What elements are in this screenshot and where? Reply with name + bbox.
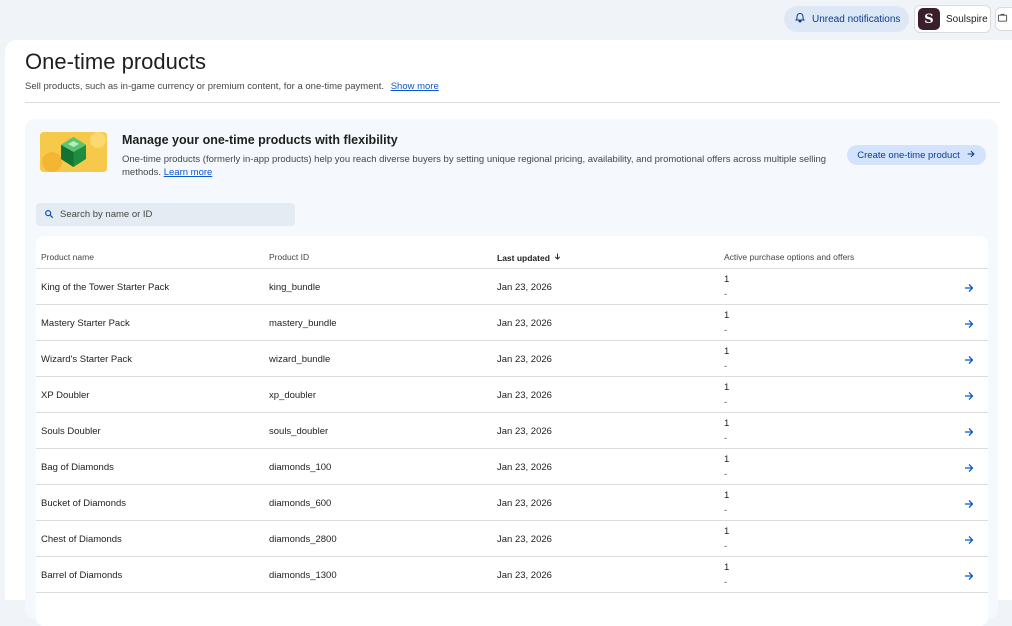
diamond-icon [40, 132, 107, 172]
create-button-label: Create one-time product [857, 149, 960, 161]
active-purchase-options: 1 [724, 310, 730, 321]
last-updated: Jan 23, 2026 [497, 570, 552, 581]
product-id: diamonds_2800 [269, 534, 337, 545]
product-name: XP Doubler [41, 390, 90, 401]
active-offers: - [724, 577, 727, 587]
product-id: souls_doubler [269, 426, 329, 437]
arrow-right-icon[interactable] [962, 497, 976, 511]
header-product-id[interactable]: Product ID [269, 252, 309, 262]
header-product-name[interactable]: Product name [41, 252, 94, 262]
product-name: King of the Tower Starter Pack [41, 282, 170, 293]
active-offers: - [724, 469, 727, 479]
products-table: Product name Product ID Last updated Act… [36, 236, 988, 626]
table-row[interactable]: King of the Tower Starter Pack king_bund… [36, 269, 988, 305]
last-updated: Jan 23, 2026 [497, 390, 552, 401]
last-updated: Jan 23, 2026 [497, 426, 552, 437]
last-updated: Jan 23, 2026 [497, 282, 552, 293]
active-purchase-options: 1 [724, 562, 730, 573]
table-row[interactable]: Souls Doubler souls_doubler Jan 23, 2026… [36, 413, 988, 449]
top-bar: Unread notifications S Soulspire [0, 0, 1012, 38]
banner-heading: Manage your one-time products with flexi… [122, 133, 398, 147]
active-purchase-options: 1 [724, 346, 730, 357]
active-offers: - [724, 397, 727, 407]
banner-body: One-time products (formerly in-app produ… [122, 153, 832, 179]
arrow-right-icon [966, 149, 976, 162]
header-last-updated-label: Last updated [497, 252, 550, 263]
last-updated: Jan 23, 2026 [497, 498, 552, 509]
app-name: Soulspire [946, 13, 988, 25]
product-id: wizard_bundle [269, 354, 331, 365]
product-name: Bag of Diamonds [41, 462, 114, 473]
last-updated: Jan 23, 2026 [497, 318, 552, 329]
product-id: diamonds_600 [269, 498, 332, 509]
table-row[interactable]: Bag of Diamonds diamonds_100 Jan 23, 202… [36, 449, 988, 485]
active-purchase-options: 1 [724, 490, 730, 501]
table-header: Product name Product ID Last updated Act… [36, 236, 988, 269]
last-updated: Jan 23, 2026 [497, 534, 552, 545]
product-id: diamonds_100 [269, 462, 332, 473]
product-id: king_bundle [269, 282, 321, 293]
active-offers: - [724, 433, 727, 443]
page-title: One-time products [25, 49, 206, 74]
banner-body-text: One-time products (formerly in-app produ… [122, 154, 827, 178]
show-more-link[interactable]: Show more [391, 81, 439, 92]
search-icon [44, 206, 54, 224]
product-name: Souls Doubler [41, 426, 101, 437]
active-offers: - [724, 325, 727, 335]
active-offers: - [724, 361, 727, 371]
page-subtitle: Sell products, such as in-game currency … [25, 81, 439, 92]
product-name: Wizard's Starter Pack [41, 354, 133, 365]
product-name: Mastery Starter Pack [41, 318, 130, 329]
header-last-updated[interactable]: Last updated [497, 252, 562, 263]
product-name: Chest of Diamonds [41, 534, 122, 545]
active-purchase-options: 1 [724, 274, 730, 285]
header-active-options: Active purchase options and offers [724, 252, 855, 262]
active-offers: - [724, 541, 727, 551]
developer-account-button[interactable] [995, 7, 1012, 31]
arrow-right-icon[interactable] [962, 533, 976, 547]
arrow-right-icon[interactable] [962, 353, 976, 367]
last-updated: Jan 23, 2026 [497, 354, 552, 365]
divider [25, 102, 1000, 103]
arrow-right-icon[interactable] [962, 281, 976, 295]
app-selector[interactable]: S Soulspire [914, 5, 991, 33]
active-purchase-options: 1 [724, 526, 730, 537]
arrow-down-icon [553, 252, 562, 263]
product-id: diamonds_1300 [269, 570, 337, 581]
arrow-right-icon[interactable] [962, 569, 976, 583]
last-updated: Jan 23, 2026 [497, 462, 552, 473]
active-purchase-options: 1 [724, 382, 730, 393]
table-row[interactable]: Mastery Starter Pack mastery_bundle Jan … [36, 305, 988, 341]
table-row[interactable]: Wizard's Starter Pack wizard_bundle Jan … [36, 341, 988, 377]
unread-notifications-button[interactable]: Unread notifications [784, 6, 909, 32]
briefcase-icon [997, 10, 1008, 28]
app-avatar: S [918, 8, 940, 30]
active-purchase-options: 1 [724, 418, 730, 429]
active-offers: - [724, 505, 727, 515]
product-name: Barrel of Diamonds [41, 570, 123, 581]
table-row[interactable]: Chest of Diamonds diamonds_2800 Jan 23, … [36, 521, 988, 557]
page-subtitle-text: Sell products, such as in-game currency … [25, 81, 385, 92]
learn-more-link[interactable]: Learn more [164, 167, 213, 178]
create-one-time-product-button[interactable]: Create one-time product [847, 145, 986, 165]
product-name: Bucket of Diamonds [41, 498, 127, 509]
main-content: One-time products Sell products, such as… [5, 40, 1012, 626]
table-row[interactable]: Bucket of Diamonds diamonds_600 Jan 23, … [36, 485, 988, 521]
search-input[interactable] [60, 209, 280, 220]
active-purchase-options: 1 [724, 454, 730, 465]
table-row[interactable]: Barrel of Diamonds diamonds_1300 Jan 23,… [36, 557, 988, 593]
bell-icon [794, 12, 806, 27]
search-box [36, 203, 295, 226]
table-row[interactable]: XP Doubler xp_doubler Jan 23, 2026 1 - [36, 377, 988, 413]
product-id: xp_doubler [269, 390, 317, 401]
arrow-right-icon[interactable] [962, 389, 976, 403]
active-offers: - [724, 289, 727, 299]
arrow-right-icon[interactable] [962, 317, 976, 331]
products-card: Manage your one-time products with flexi… [25, 119, 998, 626]
unread-notifications-label: Unread notifications [812, 13, 901, 25]
product-id: mastery_bundle [269, 318, 337, 329]
arrow-right-icon[interactable] [962, 425, 976, 439]
arrow-right-icon[interactable] [962, 461, 976, 475]
